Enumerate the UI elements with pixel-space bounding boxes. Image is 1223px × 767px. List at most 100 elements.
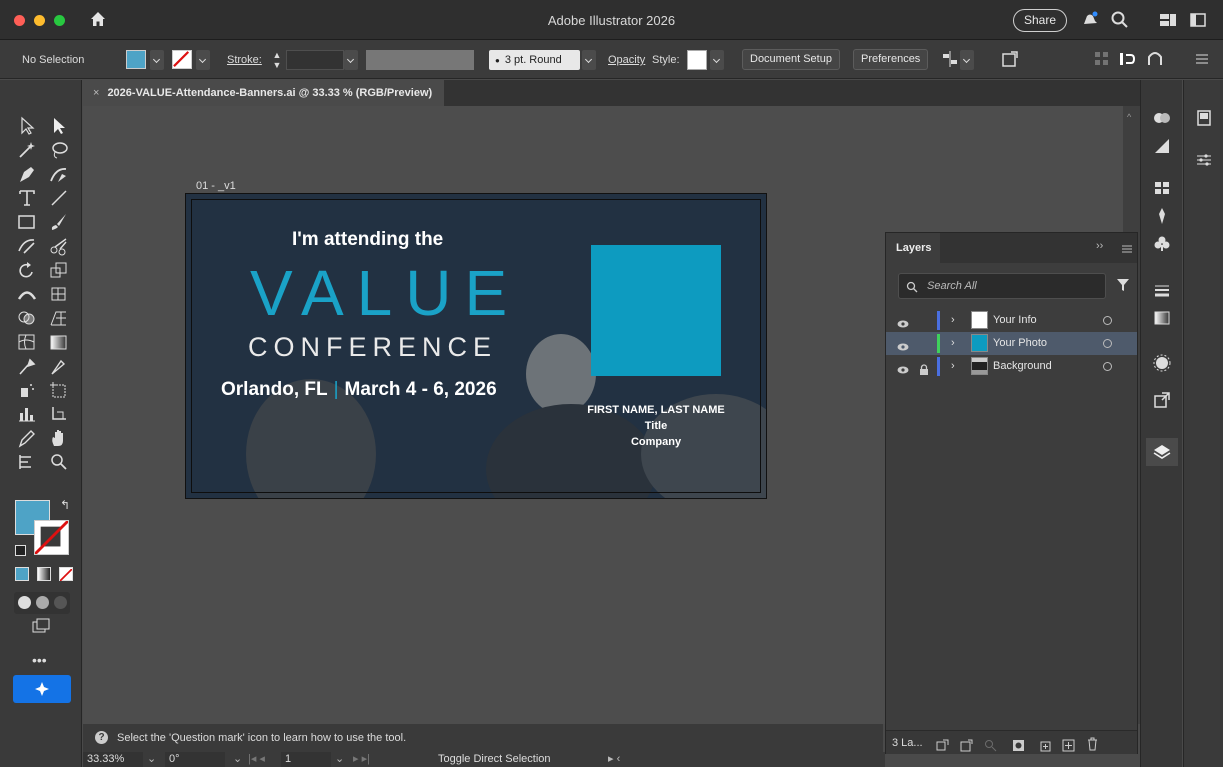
- photo-placeholder[interactable]: [591, 245, 721, 376]
- brushes-icon[interactable]: [1152, 206, 1172, 226]
- stroke-color-dropdown[interactable]: [196, 50, 210, 70]
- preferences-button[interactable]: Preferences: [853, 49, 929, 70]
- magic-wand-tool-icon[interactable]: [16, 140, 38, 160]
- libraries-icon[interactable]: [1152, 108, 1172, 128]
- stroke-color-swatch[interactable]: [172, 50, 192, 69]
- rectangle-tool-icon[interactable]: [16, 212, 38, 232]
- filter-icon[interactable]: [1116, 278, 1130, 292]
- new-sublayer-icon[interactable]: [1038, 737, 1051, 752]
- brush-definition[interactable]: ● 3 pt. Round: [489, 50, 580, 70]
- locate-object-icon[interactable]: [984, 737, 997, 752]
- appearance-icon[interactable]: [1152, 353, 1172, 373]
- swap-colors-icon[interactable]: ↰: [60, 498, 74, 512]
- layer-row-your-photo[interactable]: › Your Photo: [886, 332, 1137, 355]
- rotation-dropdown-icon[interactable]: ⌄: [233, 752, 242, 767]
- gradient-mode-icon[interactable]: [37, 567, 51, 581]
- headline-text[interactable]: I'm attending the: [292, 229, 443, 251]
- layer-target-icon[interactable]: [1103, 362, 1112, 371]
- new-layer-icon[interactable]: [1062, 737, 1075, 752]
- search-icon[interactable]: [1110, 10, 1130, 30]
- stroke-weight-input[interactable]: [286, 50, 344, 70]
- share-button[interactable]: Share: [1013, 9, 1067, 32]
- shape-builder-tool-icon[interactable]: [16, 308, 38, 328]
- lasso-tool-icon[interactable]: [48, 140, 70, 160]
- fill-color-swatch[interactable]: [126, 50, 146, 69]
- perspective-grid-tool-icon[interactable]: [48, 308, 70, 328]
- line-segment-tool-icon[interactable]: [48, 188, 70, 208]
- expand-chevron-icon[interactable]: ›: [951, 309, 955, 332]
- scale-tool-icon[interactable]: [48, 260, 70, 280]
- minimize-window-button[interactable]: [34, 15, 45, 26]
- layer-target-icon[interactable]: [1103, 339, 1112, 348]
- pencil-tool-icon[interactable]: [16, 428, 38, 448]
- layer-name[interactable]: Your Info: [993, 309, 1037, 332]
- stroke-weight-dropdown[interactable]: [344, 50, 358, 70]
- close-tab-icon[interactable]: ×: [93, 87, 99, 99]
- maximize-window-button[interactable]: [54, 15, 65, 26]
- default-colors-icon[interactable]: [15, 545, 26, 556]
- layer-name[interactable]: Your Photo: [993, 332, 1047, 355]
- eyedropper-tool-icon[interactable]: [16, 356, 38, 376]
- curvature-menu-icon[interactable]: [1145, 49, 1165, 69]
- direct-selection-tool-icon[interactable]: [48, 116, 70, 136]
- graphic-style-swatch[interactable]: [687, 50, 707, 70]
- align-icon[interactable]: [940, 49, 960, 69]
- pen-tool-icon[interactable]: [16, 164, 38, 184]
- variable-width-profile[interactable]: [366, 50, 474, 70]
- artboard-number[interactable]: 1: [281, 752, 331, 767]
- free-transform-tool-icon[interactable]: [48, 284, 70, 304]
- visibility-eye-icon[interactable]: [897, 338, 909, 351]
- gradient-tool-icon[interactable]: [48, 332, 70, 352]
- collect-for-export-icon[interactable]: [960, 737, 973, 752]
- draw-inside-icon[interactable]: [54, 596, 67, 609]
- value-wordmark[interactable]: VALUE: [250, 257, 520, 329]
- collapse-panel-icon[interactable]: ››: [1096, 240, 1103, 252]
- shaper-tool-icon[interactable]: [16, 236, 38, 256]
- isolate-icon[interactable]: [1092, 49, 1112, 69]
- slice-tool-icon[interactable]: [48, 404, 70, 424]
- visibility-eye-icon[interactable]: [897, 361, 909, 374]
- notifications-icon[interactable]: [1080, 10, 1100, 30]
- opacity-label[interactable]: Opacity: [608, 50, 645, 70]
- hand-tool-icon[interactable]: [48, 428, 70, 448]
- recolor-artwork-icon[interactable]: [1000, 49, 1020, 69]
- scissors-tool-icon[interactable]: [48, 236, 70, 256]
- draw-normal-icon[interactable]: [18, 596, 31, 609]
- curvature-tool-icon[interactable]: [48, 164, 70, 184]
- type-tool-icon[interactable]: [16, 188, 38, 208]
- attendee-title-text[interactable]: Title: [571, 420, 741, 432]
- layer-row-your-info[interactable]: › Your Info: [886, 309, 1137, 332]
- attendee-name-text[interactable]: FIRST NAME, LAST NAME: [571, 404, 741, 416]
- properties-icon[interactable]: [1152, 136, 1172, 156]
- artboard-tool-icon[interactable]: [48, 380, 70, 400]
- layer-name[interactable]: Background: [993, 355, 1052, 378]
- contextual-taskbar-icon[interactable]: [1117, 49, 1137, 69]
- generative-ai-button[interactable]: [13, 675, 71, 703]
- blend-tool-icon[interactable]: [48, 356, 70, 376]
- workspace-switcher-icon[interactable]: [1158, 10, 1178, 30]
- swatches-icon[interactable]: [1152, 178, 1172, 198]
- delete-icon[interactable]: [1086, 736, 1099, 751]
- stroke-label[interactable]: Stroke:: [227, 50, 262, 70]
- visibility-eye-icon[interactable]: [897, 315, 909, 328]
- make-clipping-mask-icon[interactable]: [1012, 737, 1025, 751]
- first-artboard-icon[interactable]: |◂ ◂: [248, 752, 265, 767]
- export-icon[interactable]: [936, 737, 949, 751]
- asset-export-icon[interactable]: [1152, 390, 1172, 410]
- attendee-company-text[interactable]: Company: [571, 436, 741, 448]
- arrange-documents-icon[interactable]: [1188, 10, 1208, 30]
- expand-chevron-icon[interactable]: ›: [951, 355, 955, 378]
- selection-tool-icon[interactable]: [16, 116, 38, 136]
- print-tiling-tool-icon[interactable]: [16, 452, 38, 472]
- expand-chevron-icon[interactable]: ›: [951, 332, 955, 355]
- panel-menu-icon[interactable]: [1192, 49, 1212, 69]
- stroke-weight-stepper[interactable]: ▲ ▼: [270, 50, 284, 70]
- close-window-button[interactable]: [14, 15, 25, 26]
- symbols-icon[interactable]: [1152, 234, 1172, 254]
- layer-row-background[interactable]: › Background: [886, 355, 1137, 378]
- mesh-tool-icon[interactable]: [16, 332, 38, 352]
- zoom-tool-icon[interactable]: [48, 452, 70, 472]
- layers-tab[interactable]: Layers: [886, 233, 940, 263]
- paintbrush-tool-icon[interactable]: [48, 212, 70, 232]
- zoom-dropdown-icon[interactable]: ⌄: [147, 752, 156, 767]
